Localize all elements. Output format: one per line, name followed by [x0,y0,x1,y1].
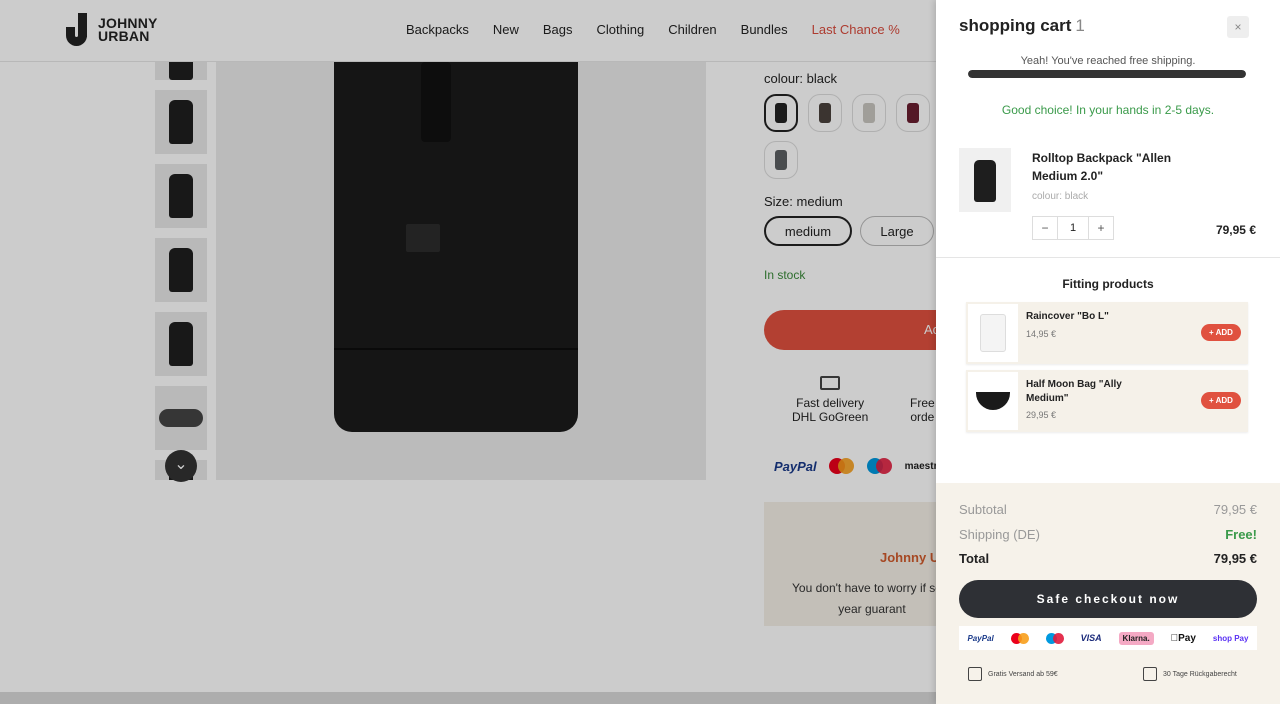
visa-icon: VISA [1080,633,1102,643]
free-shipping-perk: Gratis Versand ab 59€ [968,667,1058,681]
cart-item-image[interactable] [959,148,1011,212]
half-moon-bag-image [968,372,1018,430]
paypal-icon: PayPal [967,633,994,643]
cart-summary: Subtotal 79,95 € Shipping (DE) Free! Total… [936,483,1280,704]
shipping-progress-bar [968,70,1246,78]
divider [936,257,1280,258]
fitting-product-name: Half Moon Bag "Ally Medium" [1026,379,1122,404]
raincover-image [968,304,1018,362]
minus-icon[interactable]: − [1033,217,1057,239]
klarna-icon: Klarna. [1118,631,1154,645]
fitting-product-price: 14,95 € [1026,329,1057,339]
apple-pay-icon: Pay [1171,632,1196,644]
box-icon [968,667,982,681]
fitting-product-price: 29,95 € [1026,410,1057,420]
return-perk: 30 Tage Rückgaberecht [1143,667,1237,681]
add-fitting-button[interactable]: + ADD [1201,392,1241,409]
shop-pay-icon: shop Pay [1212,633,1249,643]
dim-overlay[interactable] [0,0,936,704]
quantity-input[interactable]: 1 [1057,217,1089,239]
delivery-message: Good choice! In your hands in 2-5 days. [1001,103,1215,117]
plus-icon[interactable]: + [1089,217,1113,239]
fitting-product-card[interactable]: Half Moon Bag "Ally Medium" 29,95 € + AD… [966,370,1248,432]
fitting-product-name: Raincover "Bo L" [1026,311,1109,322]
cart-title: shopping cart 1 [959,16,1085,35]
checkout-button[interactable]: Safe checkout now [959,580,1257,618]
mastercard-icon [1010,632,1029,644]
free-shipping-message: Yeah! You've reached free shipping. [1020,55,1196,67]
return-icon [1143,667,1157,681]
cart-item-colour: colour: black [1032,191,1089,202]
close-icon[interactable]: × [1227,16,1249,38]
cart-drawer: shopping cart 1 × Yeah! You've reached fr… [936,0,1280,704]
shipping-progress-fill [968,70,1246,78]
add-fitting-button[interactable]: + ADD [1201,324,1241,341]
fitting-products-title: Fitting products [1062,277,1154,291]
quantity-stepper: − 1 + [1032,216,1114,240]
fitting-product-card[interactable]: Raincover "Bo L" 14,95 € + ADD [966,302,1248,364]
subtotal-row: Subtotal 79,95 € [959,502,1257,517]
maestro-icon [1045,632,1064,644]
cart-item-name[interactable]: Rolltop Backpack "Allen Medium 2.0" [1032,149,1202,185]
payment-icons: PayPal VISA Klarna. Pay shop Pay [959,626,1257,650]
cart-item-price: 79,95 € [1215,223,1256,237]
total-row: Total 79,95 € [959,551,1257,566]
shipping-row: Shipping (DE) Free! [959,527,1257,542]
